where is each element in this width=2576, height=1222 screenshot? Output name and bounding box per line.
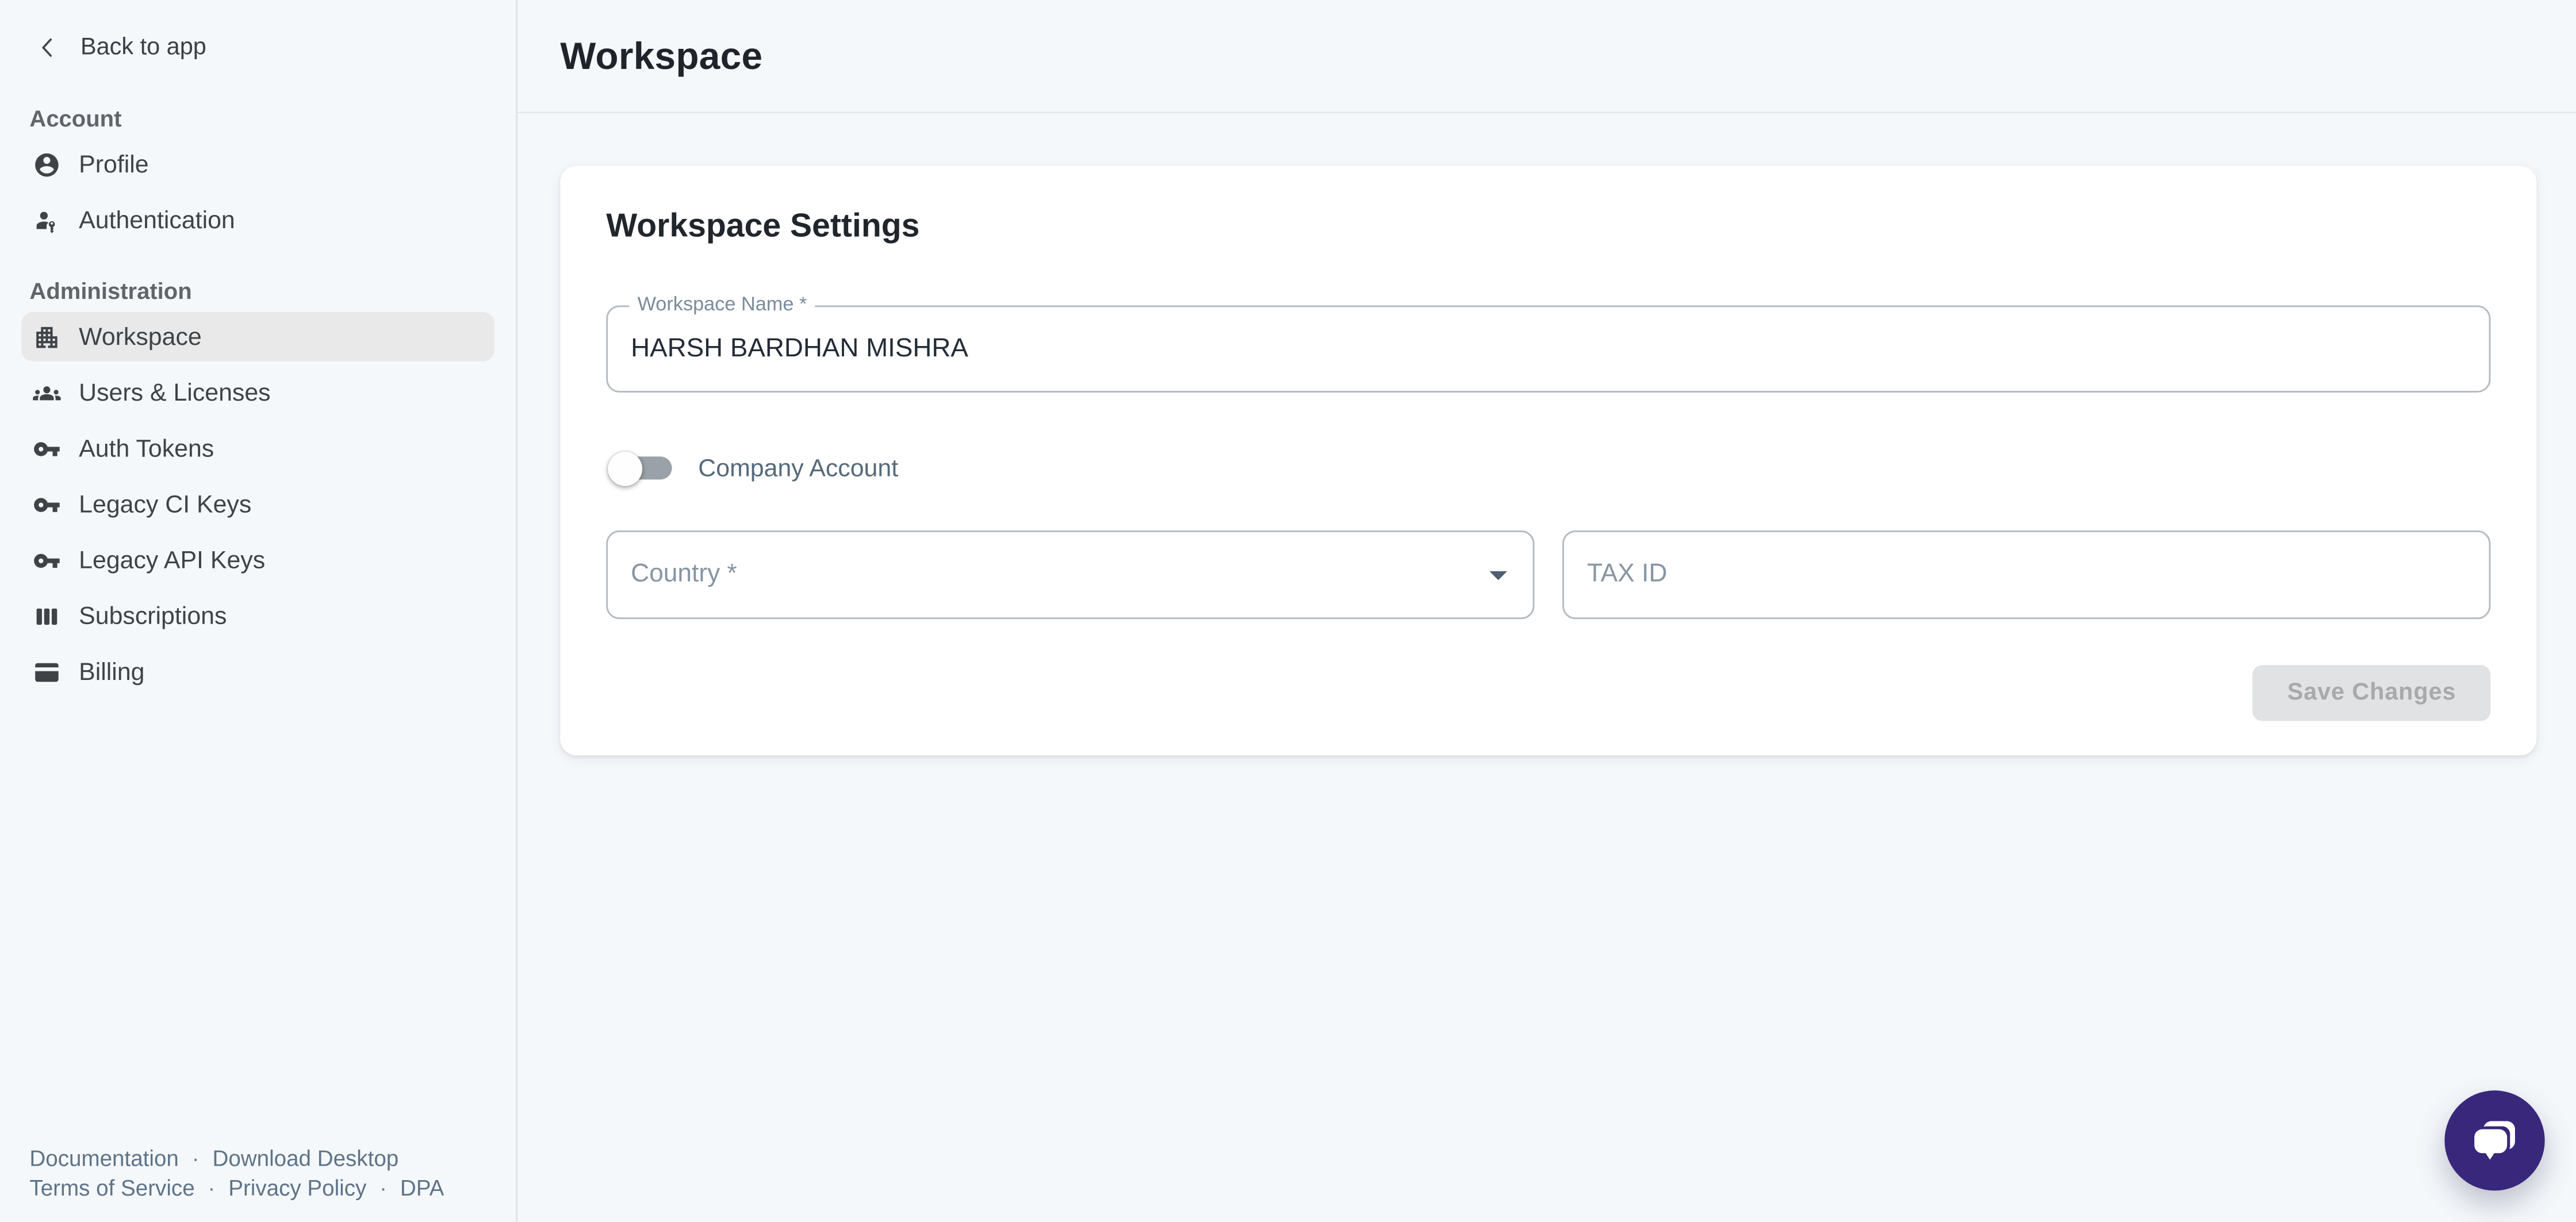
sidebar-item-label: Subscriptions [79,602,227,630]
toggle-thumb [608,451,642,485]
footer-link-download-desktop[interactable]: Download Desktop [212,1146,398,1171]
building-icon [33,322,61,351]
country-select-label: Country * [631,560,737,589]
back-to-app-label: Back to app [80,34,206,61]
company-account-label: Company Account [698,454,898,482]
sidebar-section-title: Administration [29,274,486,307]
main-area: Workspace Workspace Settings Workspace N… [518,0,2576,1222]
stage: Back to app Account Profile Authentication… [0,0,2576,1222]
sidebar-item-label: Authentication [79,206,235,235]
footer-separator: · [192,1146,200,1171]
card-title: Workspace Settings [606,205,2490,248]
account-circle-icon [33,150,61,178]
sidebar-section-title: Account [29,102,486,135]
sidebar-item-legacy-ci-keys[interactable]: Legacy CI Keys [21,479,494,529]
workspace-name-label: Workspace Name * [629,293,815,316]
sidebar-item-label: Legacy API Keys [79,546,265,574]
sidebar-sections: Account Profile Authentication Administrati… [0,102,516,696]
chat-fab-button[interactable] [2444,1090,2544,1190]
sidebar-item-subscriptions[interactable]: Subscriptions [21,591,494,641]
sidebar-item-auth-tokens[interactable]: Auth Tokens [21,424,494,473]
company-account-row: Company Account [606,442,2490,494]
card-actions: Save Changes [606,665,2490,721]
sidebar-item-billing[interactable]: Billing [21,647,494,697]
chat-icon [2467,1113,2521,1167]
dropdown-arrow-icon [1477,554,1520,596]
person-key-icon [33,206,61,235]
footer-row: Terms of Service · Privacy Policy · DPA [29,1176,444,1201]
sidebar-item-legacy-api-keys[interactable]: Legacy API Keys [21,535,494,585]
workspace-name-field: Workspace Name * [606,305,2490,392]
page-title: Workspace [560,34,762,78]
sidebar-item-workspace[interactable]: Workspace [21,312,494,362]
country-tax-row: Country * [606,531,2490,619]
sidebar-item-users-licenses[interactable]: Users & Licenses [21,368,494,417]
sidebar-item-label: Legacy CI Keys [79,490,251,518]
tax-id-field [1562,531,2490,619]
sidebar-item-label: Billing [79,658,144,686]
save-changes-button[interactable]: Save Changes [2253,665,2491,721]
tax-id-input[interactable] [1564,532,2489,618]
groups-icon [33,379,61,407]
sidebar-item-label: Profile [79,150,149,178]
footer-link-documentation[interactable]: Documentation [29,1146,178,1171]
footer-separator: · [208,1176,216,1201]
credit-card-icon [33,658,61,686]
footer-separator: · [379,1176,387,1201]
columns-icon [33,602,61,630]
footer-row: Documentation · Download Desktop [29,1146,444,1171]
settings-card: Workspace Settings Workspace Name * Comp… [560,166,2536,756]
footer-link-dpa[interactable]: DPA [400,1176,444,1201]
sidebar-footer: Documentation · Download Desktop Terms of S… [29,1142,444,1201]
workspace-name-input[interactable] [608,307,2489,391]
sidebar-item-label: Auth Tokens [79,435,214,463]
footer-link-terms-of-service[interactable]: Terms of Service [29,1176,194,1201]
back-to-app-button[interactable]: Back to app [34,23,516,72]
sidebar-item-label: Workspace [79,322,202,351]
sidebar-item-label: Users & Licenses [79,379,270,407]
key-icon [33,435,61,463]
main-header: Workspace [518,0,2576,113]
sidebar: Back to app Account Profile Authentication… [0,0,518,1222]
company-account-toggle[interactable] [616,456,672,479]
main-content: Workspace Settings Workspace Name * Comp… [518,113,2576,1222]
country-select[interactable]: Country * [606,531,1534,619]
footer-link-privacy-policy[interactable]: Privacy Policy [228,1176,366,1201]
chevron-left-icon [34,34,61,61]
key-icon [33,490,61,518]
key-icon [33,546,61,574]
sidebar-item-authentication[interactable]: Authentication [21,195,494,245]
app-window: Back to app Account Profile Authentication… [0,0,2576,1222]
sidebar-item-profile[interactable]: Profile [21,140,494,189]
